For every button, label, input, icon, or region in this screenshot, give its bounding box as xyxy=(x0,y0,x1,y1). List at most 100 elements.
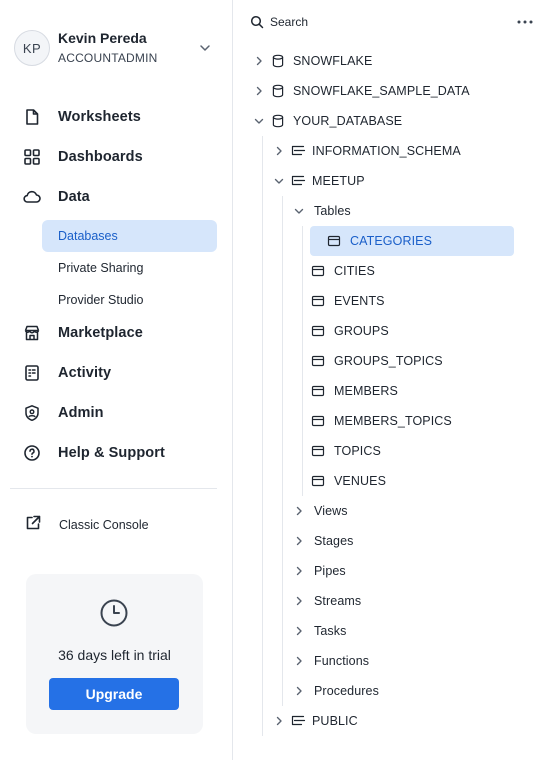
nav-activity-label: Activity xyxy=(58,365,112,381)
tree-db-snowflake-sample-data-label: SNOWFLAKE_SAMPLE_DATA xyxy=(293,84,470,98)
shield-user-icon xyxy=(22,403,42,423)
tree-table-events-label: EVENTS xyxy=(334,294,385,308)
user-menu[interactable]: KP Kevin Pereda ACCOUNTADMIN xyxy=(14,28,219,68)
nav-databases[interactable]: Databases xyxy=(42,220,217,252)
tree-table-members-topics[interactable]: MEMBERS_TOPICS xyxy=(310,406,452,436)
chevron-right-icon[interactable] xyxy=(293,655,305,667)
tree-guide-line xyxy=(262,136,263,736)
table-icon xyxy=(310,383,326,399)
tree-table-venues[interactable]: VENUES xyxy=(310,466,386,496)
tree-schema-public-label: PUBLIC xyxy=(312,714,358,728)
tree-schema-meetup-label: MEETUP xyxy=(312,174,365,188)
nav-admin-label: Admin xyxy=(58,405,104,421)
chevron-right-icon[interactable] xyxy=(293,685,305,697)
nav-dashboards[interactable]: Dashboards xyxy=(22,143,217,171)
document-icon xyxy=(22,107,42,127)
schema-icon xyxy=(290,143,306,159)
schema-icon xyxy=(290,173,306,189)
tree-group-pipes-label: Pipes xyxy=(314,564,346,578)
classic-console-label: Classic Console xyxy=(59,518,149,532)
tree-schema-information-schema-label: INFORMATION_SCHEMA xyxy=(312,144,461,158)
trial-card: 36 days left in trial Upgrade xyxy=(26,574,203,734)
activity-icon xyxy=(22,363,42,383)
tree-group-streams[interactable]: Streams xyxy=(293,586,361,616)
classic-console-link[interactable]: Classic Console xyxy=(24,514,149,536)
chevron-right-icon[interactable] xyxy=(293,595,305,607)
tree-table-categories[interactable]: CATEGORIES xyxy=(310,226,514,256)
tree-table-cities[interactable]: CITIES xyxy=(310,256,375,286)
chevron-right-icon[interactable] xyxy=(293,625,305,637)
chevron-right-icon[interactable] xyxy=(273,145,285,157)
table-icon xyxy=(310,263,326,279)
chevron-down-icon[interactable] xyxy=(273,175,285,187)
search-icon xyxy=(250,15,264,29)
tree-group-tables[interactable]: Tables xyxy=(293,196,351,226)
nav-private-sharing[interactable]: Private Sharing xyxy=(42,252,217,284)
tree-table-groups-label: GROUPS xyxy=(334,324,389,338)
tree-table-topics[interactable]: TOPICS xyxy=(310,436,381,466)
tree-group-stages[interactable]: Stages xyxy=(293,526,354,556)
nav-provider-studio[interactable]: Provider Studio xyxy=(42,284,217,316)
external-link-icon xyxy=(24,514,42,537)
more-options-button[interactable] xyxy=(516,13,534,31)
chevron-right-icon[interactable] xyxy=(253,85,265,97)
tree-schema-meetup[interactable]: MEETUP xyxy=(273,166,365,196)
tree-group-functions-label: Functions xyxy=(314,654,370,668)
nav-activity[interactable]: Activity xyxy=(22,359,217,387)
object-explorer: Search SNOWFLAKE SNOWFLAKE_SAMPLE_DATA YOU… xyxy=(234,0,554,760)
cloud-icon xyxy=(22,187,42,207)
tree-guide-line xyxy=(282,196,283,706)
upgrade-button[interactable]: Upgrade xyxy=(49,678,179,710)
chevron-right-icon[interactable] xyxy=(293,565,305,577)
more-horizontal-icon xyxy=(517,20,533,24)
tree-table-groups-topics[interactable]: GROUPS_TOPICS xyxy=(310,346,443,376)
tree-group-procedures[interactable]: Procedures xyxy=(293,676,379,706)
tree-table-venues-label: VENUES xyxy=(334,474,387,488)
tree-table-members[interactable]: MEMBERS xyxy=(310,376,398,406)
avatar: KP xyxy=(14,30,50,66)
nav-help-support[interactable]: Help & Support xyxy=(22,439,217,467)
user-role: ACCOUNTADMIN xyxy=(58,51,158,65)
nav-marketplace[interactable]: Marketplace xyxy=(22,319,217,347)
nav-help-label: Help & Support xyxy=(58,445,165,461)
chevron-right-icon[interactable] xyxy=(293,505,305,517)
tree-db-your-database-label: YOUR_DATABASE xyxy=(293,114,403,128)
tree-group-functions[interactable]: Functions xyxy=(293,646,369,676)
tree-table-categories-label: CATEGORIES xyxy=(350,234,433,248)
tree-guide-line xyxy=(302,226,303,496)
tree-group-tasks[interactable]: Tasks xyxy=(293,616,346,646)
chevron-down-icon[interactable] xyxy=(293,205,305,217)
chevron-right-icon[interactable] xyxy=(253,55,265,67)
database-icon xyxy=(270,83,286,99)
tree-table-events[interactable]: EVENTS xyxy=(310,286,385,316)
tree-schema-information-schema[interactable]: INFORMATION_SCHEMA xyxy=(273,136,461,166)
tree-table-groups[interactable]: GROUPS xyxy=(310,316,389,346)
user-name: Kevin Pereda xyxy=(58,30,147,46)
chevron-down-icon[interactable] xyxy=(253,115,265,127)
table-icon xyxy=(310,413,326,429)
tree-group-views[interactable]: Views xyxy=(293,496,348,526)
nav-worksheets[interactable]: Worksheets xyxy=(22,103,217,131)
search-label: Search xyxy=(270,15,309,29)
tree-db-snowflake-sample-data[interactable]: SNOWFLAKE_SAMPLE_DATA xyxy=(253,76,470,106)
chevron-right-icon[interactable] xyxy=(293,535,305,547)
tree-db-snowflake[interactable]: SNOWFLAKE xyxy=(253,46,372,76)
tree-table-topics-label: TOPICS xyxy=(334,444,381,458)
nav-worksheets-label: Worksheets xyxy=(58,109,141,125)
nav-admin[interactable]: Admin xyxy=(22,399,217,427)
tree-schema-public[interactable]: PUBLIC xyxy=(273,706,358,736)
help-icon xyxy=(22,443,42,463)
nav-data[interactable]: Data xyxy=(22,183,217,211)
search-button[interactable]: Search xyxy=(250,12,308,32)
tree-table-cities-label: CITIES xyxy=(334,264,375,278)
tree-group-tasks-label: Tasks xyxy=(314,624,347,638)
table-icon xyxy=(310,353,326,369)
table-icon xyxy=(310,323,326,339)
database-icon xyxy=(270,113,286,129)
tree-group-tables-label: Tables xyxy=(314,204,351,218)
tree-group-pipes[interactable]: Pipes xyxy=(293,556,346,586)
left-sidebar: KP Kevin Pereda ACCOUNTADMIN Worksheets … xyxy=(0,0,233,760)
tree-db-your-database[interactable]: YOUR_DATABASE xyxy=(253,106,402,136)
schema-icon xyxy=(290,713,306,729)
chevron-right-icon[interactable] xyxy=(273,715,285,727)
